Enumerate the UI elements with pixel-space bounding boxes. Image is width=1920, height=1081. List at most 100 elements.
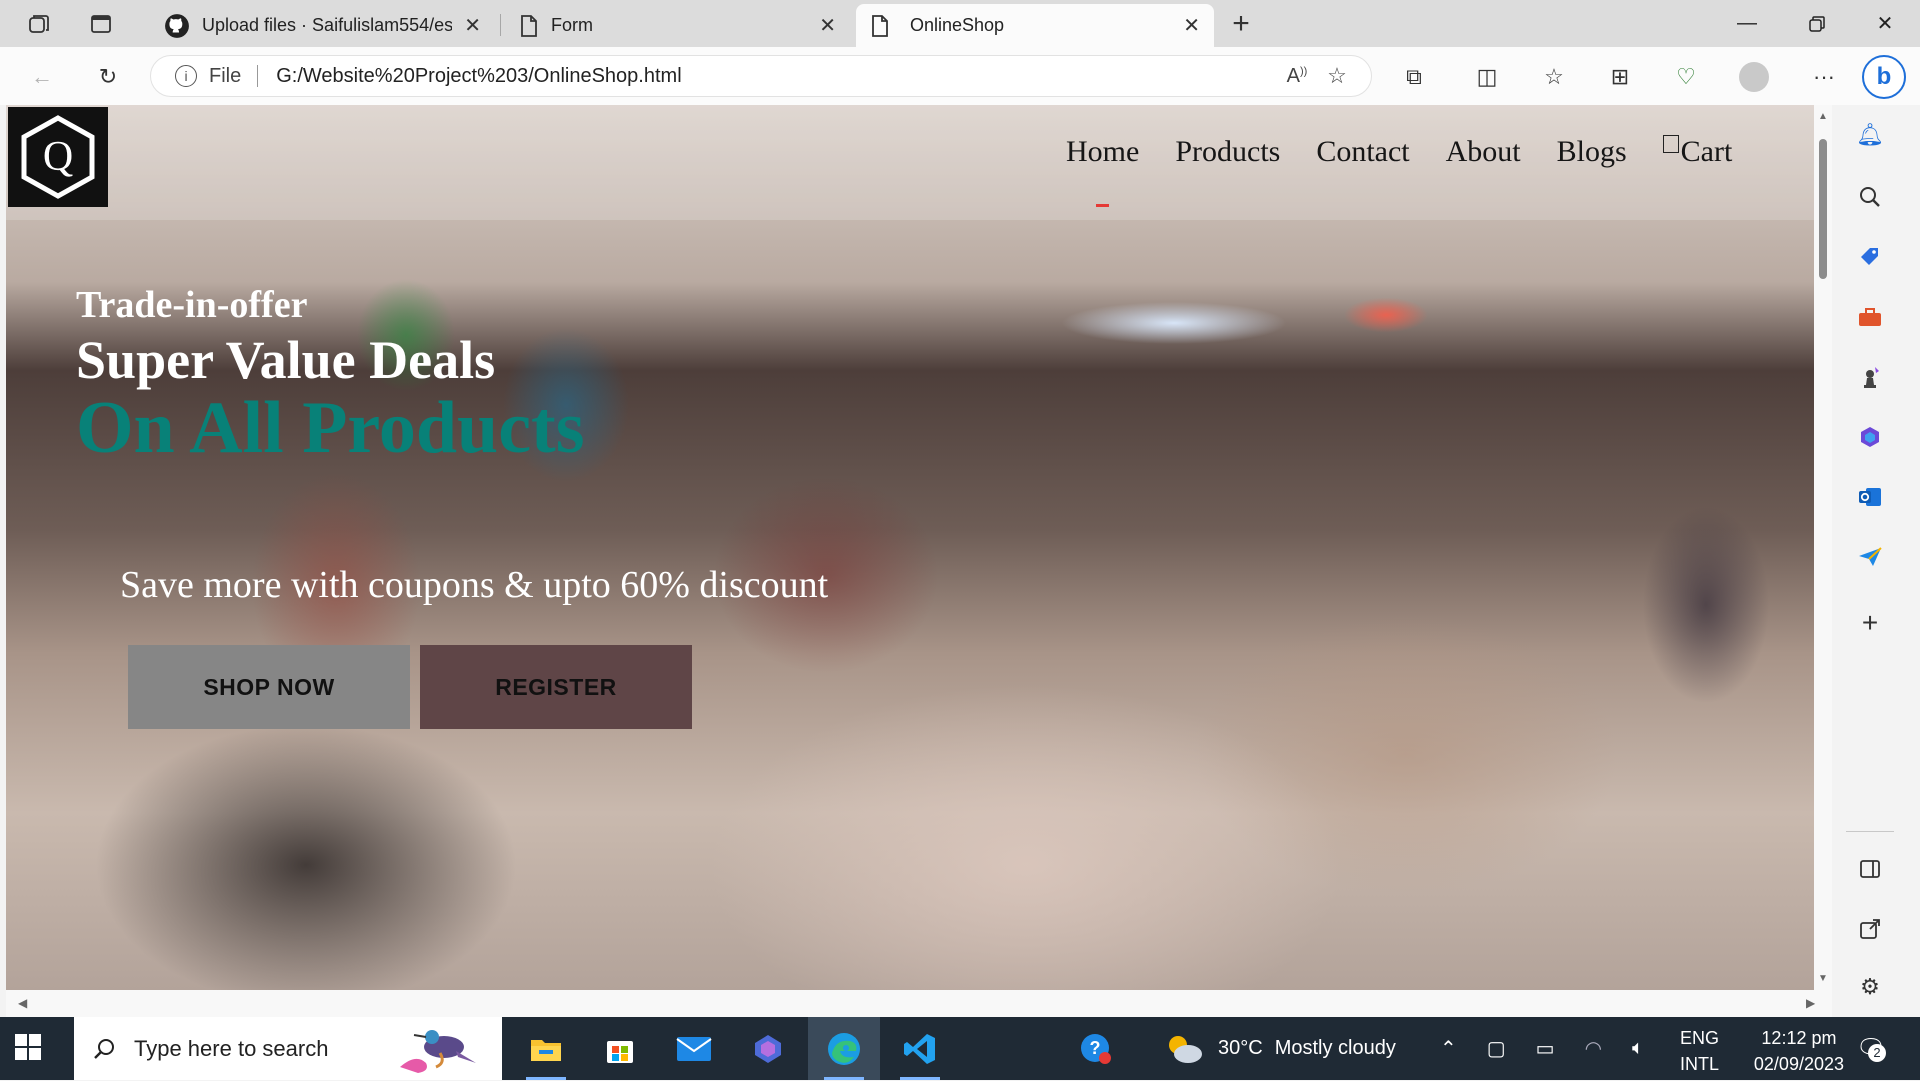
games-button[interactable] <box>1854 361 1886 393</box>
bell-icon: 🔔︎ <box>1856 122 1884 147</box>
copilot-icon <box>755 1034 781 1063</box>
toolbox-icon <box>1859 308 1881 326</box>
favorite-star-icon[interactable]: ☆ <box>1317 63 1357 89</box>
hero-text: Trade-in-offer Super Value Deals On All … <box>76 284 585 468</box>
scroll-up-icon[interactable]: ▲ <box>1817 111 1829 122</box>
outlook-button[interactable] <box>1854 481 1886 513</box>
taskbar-microsoft-store[interactable] <box>584 1017 656 1080</box>
address-url[interactable]: G:/Website%20Project%203/OnlineShop.html <box>276 65 1277 88</box>
restore-button[interactable] <box>1782 0 1852 47</box>
drop-button[interactable] <box>1854 541 1886 573</box>
refresh-button[interactable]: ↻ <box>90 59 126 95</box>
add-sidebar-app-button[interactable]: + <box>1854 607 1886 639</box>
vertical-scrollbar[interactable]: ▲ ▼ <box>1814 105 1832 990</box>
close-window-button[interactable]: ✕ <box>1850 0 1920 47</box>
office-icon <box>1861 427 1879 447</box>
new-tab-button[interactable]: + <box>1222 6 1260 42</box>
taskbar-file-explorer[interactable] <box>510 1017 582 1080</box>
taskbar-mail[interactable] <box>658 1017 730 1080</box>
nav-cart[interactable]: Cart <box>1662 135 1733 195</box>
close-tab-icon[interactable]: ✕ <box>1183 13 1200 38</box>
browser-essentials-button[interactable]: ♡ <box>1668 59 1704 95</box>
address-bar[interactable]: i File G:/Website%20Project%203/OnlineSh… <box>150 55 1372 97</box>
start-button[interactable] <box>14 1033 46 1065</box>
weather-temp: 30°C <box>1218 1037 1263 1059</box>
site-logo[interactable]: Q <box>8 107 108 207</box>
page-viewport: Q Home Products Contact About Blogs Cart… <box>6 105 1832 1017</box>
nav-contact[interactable]: Contact <box>1316 135 1409 195</box>
chess-piece-icon <box>1864 367 1879 388</box>
nav-cart-label: Cart <box>1680 135 1733 168</box>
profile-button[interactable] <box>1736 59 1772 95</box>
microsoft-365-button[interactable] <box>1854 421 1886 453</box>
shopping-button[interactable] <box>1854 241 1886 273</box>
hero-kicker: Trade-in-offer <box>76 284 308 326</box>
scrollbar-thumb[interactable] <box>1819 139 1827 279</box>
taskbar-help[interactable]: ? <box>1060 1017 1132 1080</box>
battery-icon[interactable]: ▭ <box>1536 1036 1555 1061</box>
tab-strip: Upload files · Saifulislam554/esto ✕ For… <box>0 0 1920 47</box>
wifi-icon[interactable]: ◠ <box>1585 1036 1602 1061</box>
taskbar-search[interactable]: Type here to search <box>74 1017 502 1080</box>
sidebar-search-button[interactable] <box>1854 181 1886 213</box>
collections-button[interactable]: ⊞ <box>1602 59 1638 95</box>
minimize-button[interactable]: — <box>1712 0 1782 47</box>
notification-center-button[interactable]: 🗨︎2 <box>1856 1017 1886 1080</box>
puzzle-icon: ⧉ <box>1406 64 1422 89</box>
nav-blogs[interactable]: Blogs <box>1557 135 1627 195</box>
workspaces-button[interactable] <box>14 6 64 42</box>
sidebar-settings-button[interactable]: ⚙ <box>1854 971 1886 1003</box>
weather-condition: Mostly cloudy <box>1274 1037 1396 1059</box>
info-icon[interactable]: i <box>175 65 197 87</box>
favorites-button[interactable]: ☆ <box>1536 59 1572 95</box>
taskbar-clock[interactable]: 12:12 pm 02/09/2023 <box>1754 1025 1844 1077</box>
address-divider <box>257 65 259 87</box>
nav-products[interactable]: Products <box>1175 135 1280 195</box>
settings-more-button[interactable]: ··· <box>1806 59 1842 95</box>
chevron-up-icon[interactable]: ⌃ <box>1440 1036 1457 1061</box>
split-screen-button[interactable]: ◫ <box>1469 59 1505 95</box>
register-button[interactable]: REGISTER <box>420 645 692 729</box>
tab-form[interactable]: Form ✕ <box>505 4 850 47</box>
taskbar-vscode[interactable] <box>884 1017 956 1080</box>
volume-icon[interactable]: 🔈︎ <box>1632 1037 1644 1060</box>
nav-home[interactable]: Home <box>1066 135 1139 207</box>
minimize-icon: — <box>1737 12 1757 34</box>
tab-title: Form <box>551 15 593 35</box>
tab-github-upload[interactable]: Upload files · Saifulislam554/esto ✕ <box>150 4 495 47</box>
nav-about[interactable]: About <box>1446 135 1521 195</box>
close-tab-icon[interactable]: ✕ <box>464 13 481 38</box>
scroll-down-icon[interactable]: ▼ <box>1817 973 1829 984</box>
edge-icon <box>828 1032 860 1065</box>
notifications-button[interactable]: 🔔︎ <box>1854 119 1886 151</box>
hero-section: Q Home Products Contact About Blogs Cart… <box>6 105 1832 990</box>
extensions-button[interactable]: ⧉ <box>1396 59 1432 95</box>
device-icon[interactable]: ▢ <box>1487 1036 1506 1061</box>
scroll-right-icon[interactable]: ▶ <box>1806 996 1815 1010</box>
bing-chat-button[interactable]: b <box>1862 55 1906 99</box>
open-in-window-button[interactable] <box>1854 913 1886 945</box>
mail-icon <box>676 1036 712 1061</box>
back-arrow-icon: ← <box>31 64 53 89</box>
refresh-icon: ↻ <box>98 64 118 89</box>
horizontal-scrollbar[interactable]: ◀ ▶ <box>6 990 1832 1017</box>
close-tab-icon[interactable]: ✕ <box>819 13 836 38</box>
taskbar-copilot[interactable] <box>732 1017 804 1080</box>
gear-icon: ⚙ <box>1860 974 1880 999</box>
collections-icon: ⊞ <box>1610 64 1630 89</box>
logo-letter: Q <box>43 134 73 180</box>
read-aloud-icon[interactable]: A)) <box>1277 65 1317 88</box>
shop-now-button[interactable]: SHOP NOW <box>128 645 410 729</box>
scroll-left-icon[interactable]: ◀ <box>18 996 27 1010</box>
back-button[interactable]: ← <box>24 59 60 95</box>
weather-widget[interactable]: 30°C Mostly cloudy <box>1164 1017 1396 1080</box>
hide-sidebar-button[interactable] <box>1854 853 1886 885</box>
search-highlight-bird-icon <box>396 1023 480 1075</box>
vertical-tabs-button[interactable] <box>76 6 126 42</box>
paper-plane-icon <box>1859 547 1882 566</box>
tools-button[interactable] <box>1854 301 1886 333</box>
language-indicator[interactable]: ENG INTL <box>1680 1025 1719 1077</box>
taskbar-edge[interactable] <box>808 1017 880 1080</box>
tab-onlineshop[interactable]: OnlineShop ✕ <box>856 4 1214 47</box>
github-icon <box>165 13 189 38</box>
